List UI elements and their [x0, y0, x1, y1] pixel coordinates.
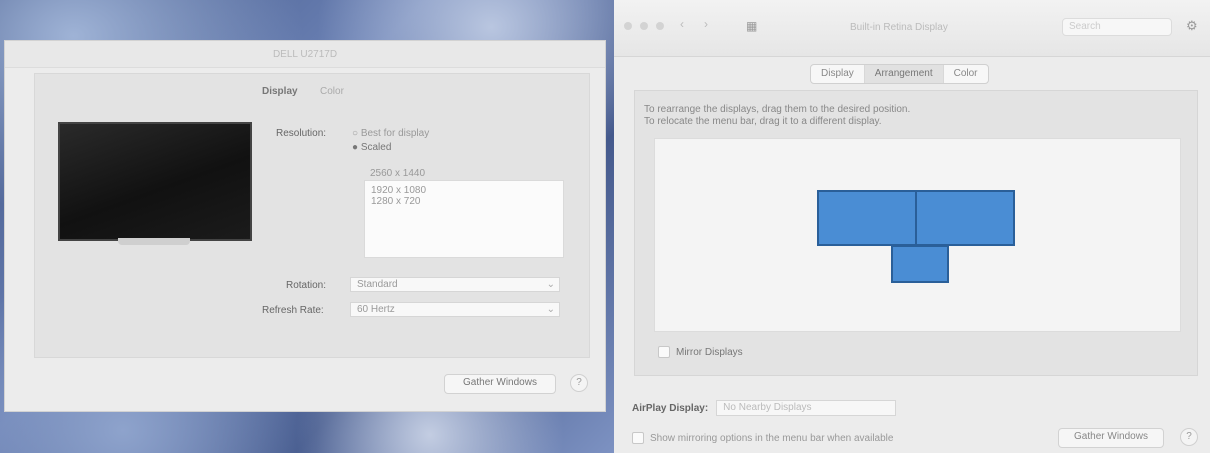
- display-thumbnail-right[interactable]: [915, 190, 1015, 246]
- search-input[interactable]: Search: [1062, 18, 1172, 36]
- rotation-label: Rotation:: [286, 280, 327, 291]
- airplay-label: AirPlay Display:: [632, 402, 709, 414]
- monitor-stand: [118, 238, 190, 245]
- airplay-row: AirPlay Display: No Nearby Displays: [632, 400, 897, 416]
- tab-arrangement[interactable]: Arrangement: [864, 65, 944, 83]
- list-item[interactable]: 1920 x 1080: [371, 185, 557, 196]
- list-item[interactable]: 1280 x 720: [371, 196, 557, 207]
- refresh-rate-select[interactable]: 60 Hertz ⌄: [350, 302, 560, 317]
- toolbar: ‹ › ▦ Built-in Retina Display Search ⚙: [614, 0, 1210, 57]
- display-settings-window-right: ‹ › ▦ Built-in Retina Display Search ⚙ D…: [614, 0, 1210, 453]
- resolution-label: Resolution:: [276, 128, 327, 139]
- window-title: Built-in Retina Display: [850, 22, 948, 33]
- grid-icon[interactable]: ▦: [746, 20, 758, 32]
- refresh-rate-label: Refresh Rate:: [262, 305, 324, 316]
- gather-windows-button[interactable]: Gather Windows: [444, 374, 556, 394]
- refresh-rate-value: 60 Hertz: [357, 304, 395, 315]
- zoom-window-button[interactable]: [656, 22, 664, 30]
- chevron-down-icon: ⌄: [546, 279, 555, 290]
- tab-color[interactable]: Color: [944, 65, 988, 83]
- tab-display[interactable]: Display: [262, 86, 298, 97]
- help-button[interactable]: ?: [570, 374, 588, 392]
- instruction-text: To relocate the menu bar, drag it to a d…: [644, 116, 882, 127]
- tab-display[interactable]: Display: [811, 65, 865, 83]
- mirror-displays-label: Mirror Displays: [676, 346, 743, 358]
- monitor-image: [58, 122, 252, 241]
- minimize-window-button[interactable]: [640, 22, 648, 30]
- close-window-button[interactable]: [624, 22, 632, 30]
- resolution-list[interactable]: 1920 x 1080 1280 x 720: [364, 180, 564, 258]
- chevron-right-icon[interactable]: ›: [704, 17, 708, 31]
- checkbox[interactable]: [632, 432, 644, 444]
- menubar-mirroring-option[interactable]: Show mirroring options in the menu bar w…: [632, 432, 893, 444]
- tab-bar: Display Arrangement Color: [810, 64, 989, 84]
- help-button[interactable]: ?: [1180, 428, 1198, 446]
- tab-color[interactable]: Color: [320, 86, 344, 97]
- mirror-displays-checkbox[interactable]: Mirror Displays: [658, 346, 743, 358]
- gear-icon[interactable]: ⚙: [1186, 18, 1198, 34]
- resolution-default-radio[interactable]: ○ Best for display: [352, 128, 429, 139]
- chevron-down-icon: ⌄: [546, 304, 555, 315]
- rotation-select[interactable]: Standard ⌄: [350, 277, 560, 292]
- display-thumbnail-builtin[interactable]: [891, 245, 949, 283]
- resolution-default-label: Best for display: [360, 128, 430, 139]
- checkbox[interactable]: [658, 346, 670, 358]
- airplay-select[interactable]: No Nearby Displays: [716, 400, 897, 416]
- chevron-left-icon[interactable]: ‹: [680, 17, 684, 31]
- display-arrangement-area[interactable]: [654, 138, 1181, 332]
- display-thumbnail-left[interactable]: [817, 190, 917, 246]
- gather-windows-button[interactable]: Gather Windows: [1058, 428, 1164, 448]
- menubar-option-label: Show mirroring options in the menu bar w…: [650, 432, 894, 444]
- window-title: DELL U2717D: [5, 41, 605, 68]
- instruction-text: To rearrange the displays, drag them to …: [644, 104, 911, 115]
- resolution-scaled-radio[interactable]: ● Scaled: [352, 142, 391, 153]
- resolution-current[interactable]: 2560 x 1440: [370, 168, 425, 179]
- resolution-scaled-label: Scaled: [360, 142, 392, 153]
- rotation-value: Standard: [357, 279, 398, 290]
